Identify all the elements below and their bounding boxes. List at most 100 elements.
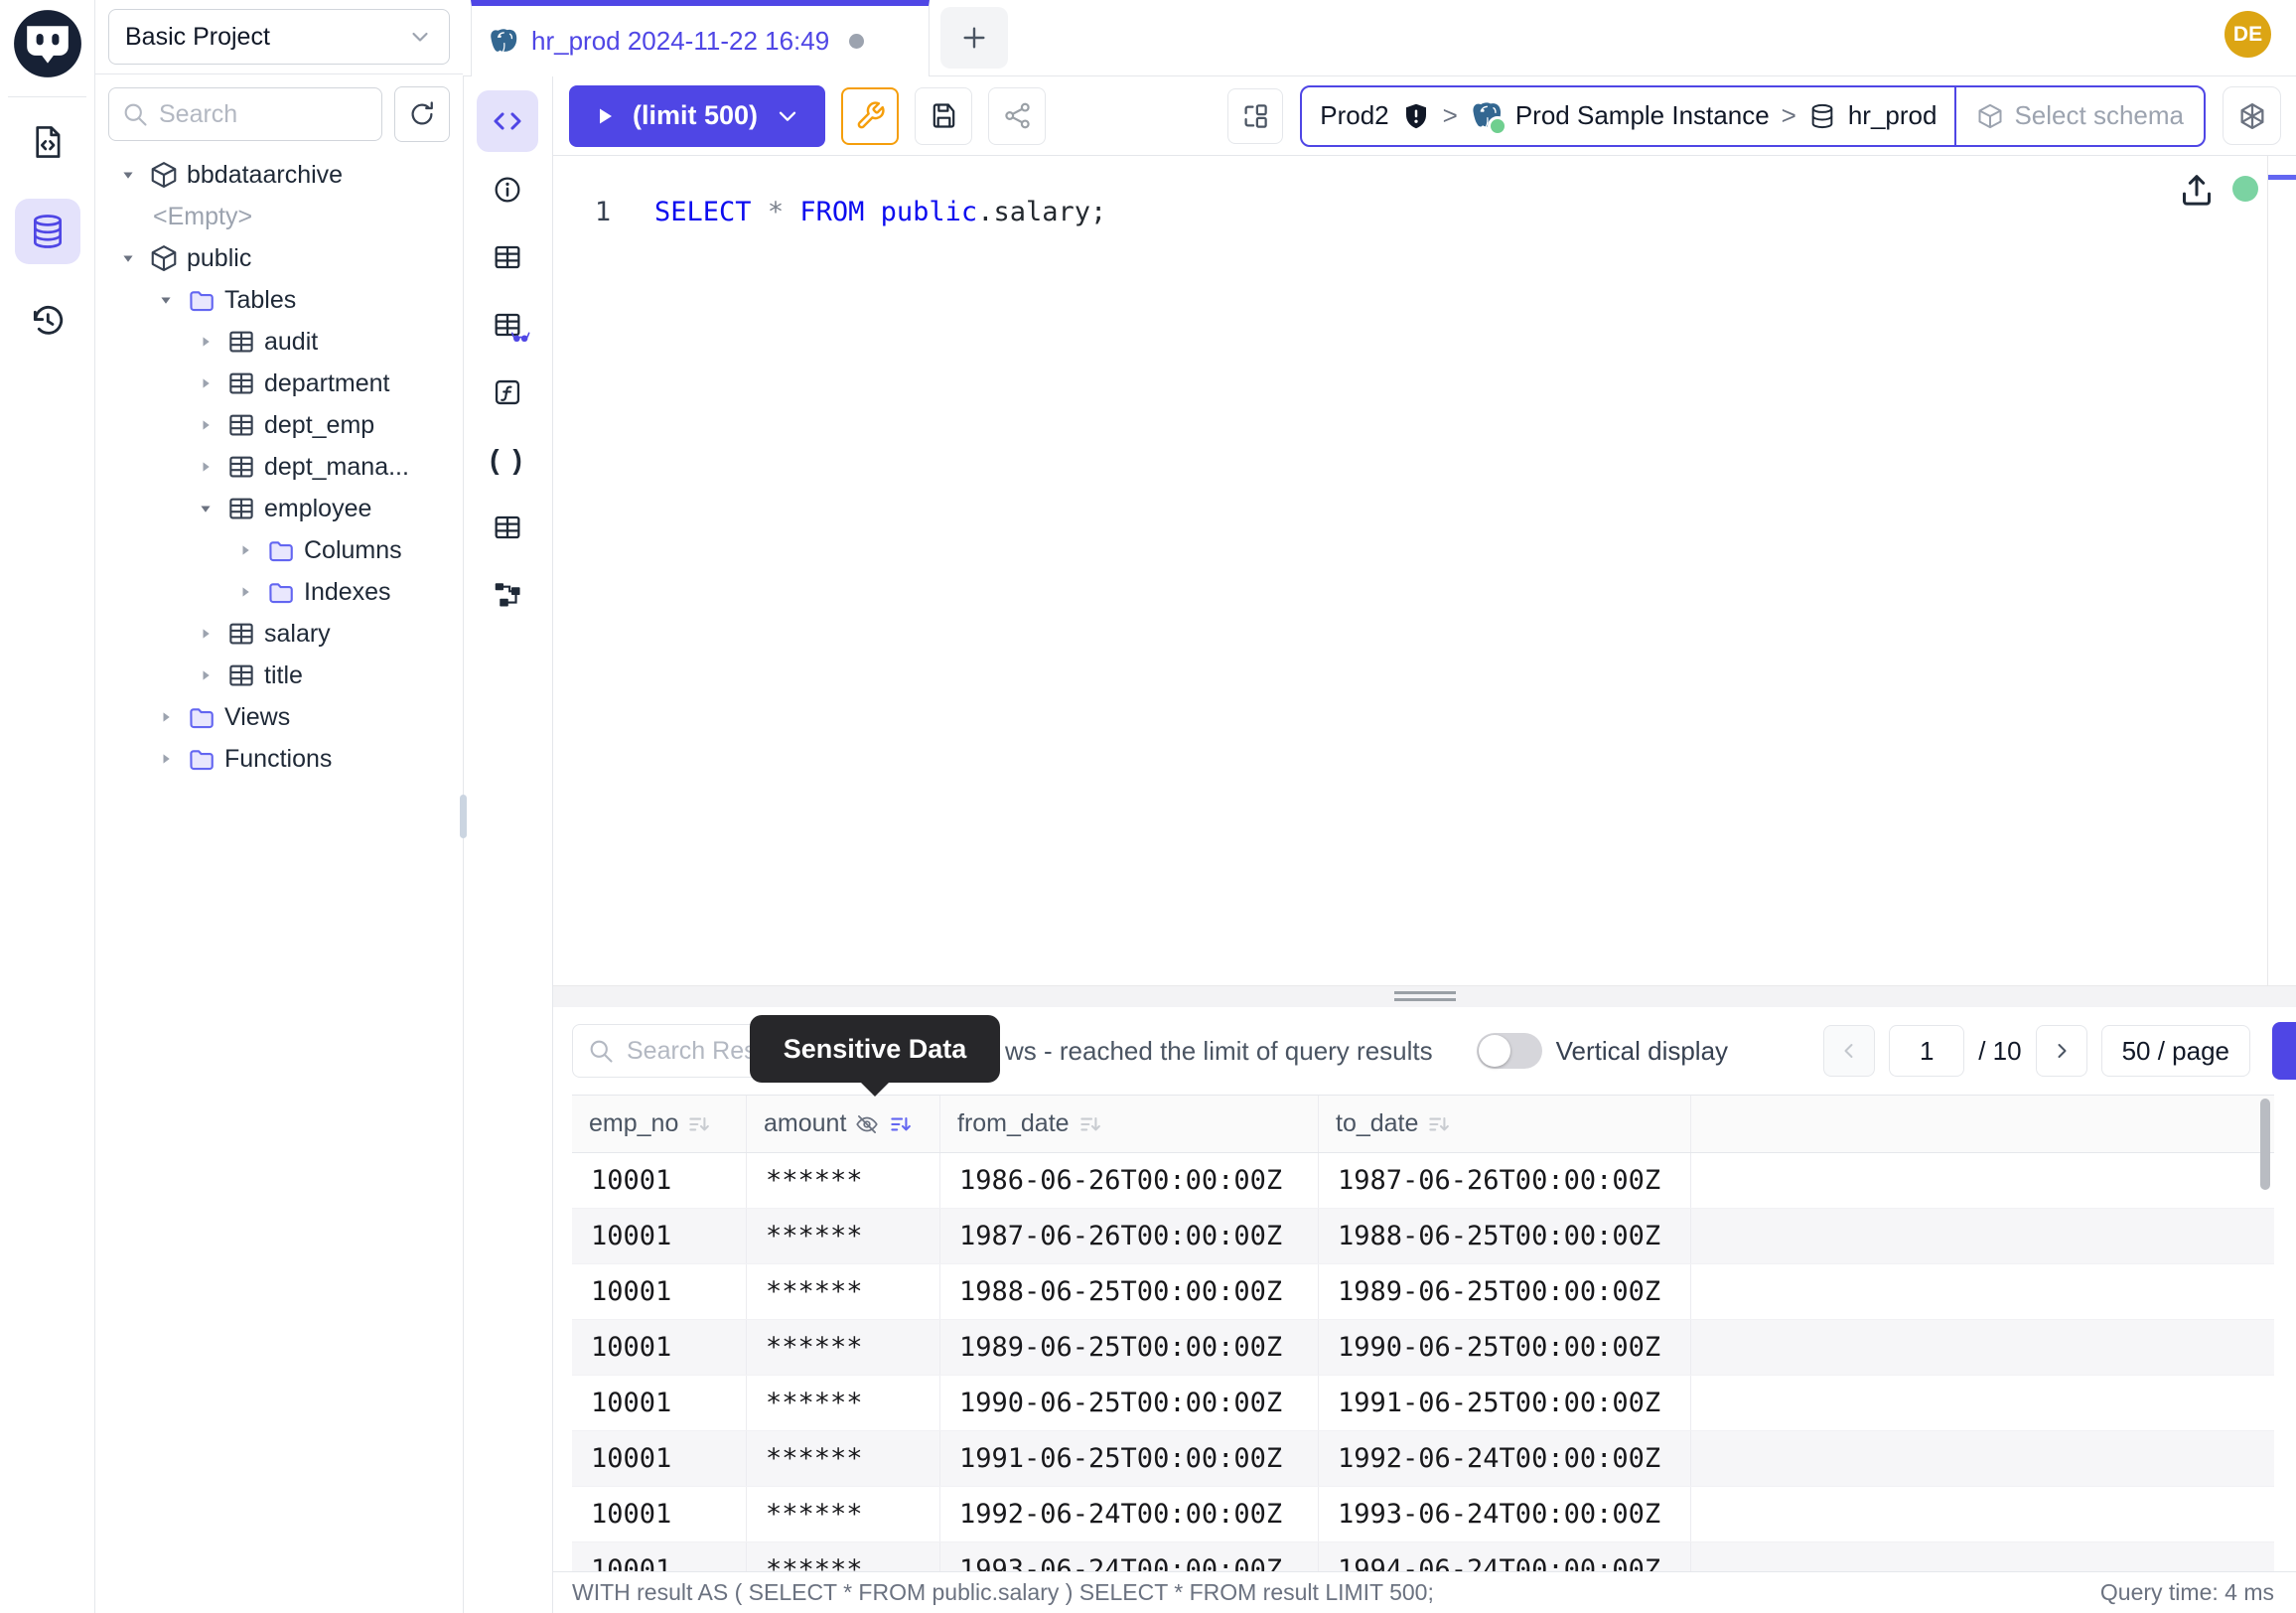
next-page-button[interactable] [2036, 1025, 2087, 1077]
tree-item-employee[interactable]: employee [95, 488, 463, 529]
page-number-input[interactable] [1889, 1025, 1964, 1077]
tab-hr-prod[interactable]: hr_prod 2024-11-22 16:49 [471, 0, 930, 76]
select-schema-button[interactable]: Select schema [1954, 87, 2204, 145]
panel-divider[interactable] [553, 985, 2296, 1007]
tree-item-tables[interactable]: Tables [95, 279, 463, 321]
caret-right-icon[interactable] [232, 540, 258, 560]
cell[interactable]: 1992-06-24T00:00:00Z [940, 1487, 1319, 1541]
caret-right-icon[interactable] [193, 373, 218, 393]
sidebar-search-box[interactable] [108, 87, 382, 141]
history-nav-button[interactable] [15, 288, 80, 354]
tree-item-salary[interactable]: salary [95, 613, 463, 655]
cell-masked[interactable]: ****** [747, 1487, 940, 1541]
table-row[interactable]: 10001 ****** 1993-06-24T00:00:00Z 1994-0… [572, 1542, 2274, 1571]
cell[interactable]: 10001 [572, 1320, 747, 1375]
tree-item-views[interactable]: Views [95, 696, 463, 738]
cell[interactable]: 1986-06-26T00:00:00Z [940, 1153, 1319, 1208]
column-header-emp-no[interactable]: emp_no [572, 1096, 747, 1152]
external-tables-panel-button[interactable] [476, 500, 539, 555]
column-header-from-date[interactable]: from_date [940, 1096, 1319, 1152]
tree-item-indexes[interactable]: Indexes [95, 571, 463, 613]
run-query-button[interactable]: (limit 500) [569, 85, 825, 147]
caret-right-icon[interactable] [193, 624, 218, 644]
connection-panel-button[interactable] [1227, 88, 1283, 144]
ai-assistant-button[interactable] [2223, 86, 2281, 145]
info-panel-button[interactable] [476, 162, 539, 218]
caret-right-icon[interactable] [193, 665, 218, 685]
tree-item-dept-emp[interactable]: dept_emp [95, 404, 463, 446]
vertical-display-toggle[interactable] [1477, 1033, 1542, 1069]
caret-right-icon[interactable] [232, 582, 258, 602]
cell-masked[interactable]: ****** [747, 1431, 940, 1486]
cell[interactable]: 1988-06-25T00:00:00Z [1319, 1209, 1691, 1263]
cell[interactable]: 10001 [572, 1487, 747, 1541]
prev-page-button[interactable] [1823, 1025, 1875, 1077]
tree-item-audit[interactable]: audit [95, 321, 463, 363]
export-button[interactable] [2272, 1022, 2296, 1080]
code-panel-toggle-button[interactable] [477, 90, 538, 152]
cell-masked[interactable]: ****** [747, 1264, 940, 1319]
column-header-amount[interactable]: amount [747, 1096, 940, 1152]
cell[interactable]: 1993-06-24T00:00:00Z [940, 1542, 1319, 1571]
caret-right-icon[interactable] [193, 457, 218, 477]
save-sheet-button[interactable] [915, 87, 972, 145]
caret-down-icon[interactable] [153, 290, 179, 310]
cell-masked[interactable]: ****** [747, 1376, 940, 1430]
caret-right-icon[interactable] [193, 332, 218, 352]
tree-item-bbdataarchive[interactable]: bbdataarchive [95, 154, 463, 196]
chevron-down-icon[interactable] [774, 102, 801, 130]
cell[interactable]: 1989-06-25T00:00:00Z [1319, 1264, 1691, 1319]
tree-item-title[interactable]: title [95, 655, 463, 696]
cell-masked[interactable]: ****** [747, 1209, 940, 1263]
cell[interactable]: 10001 [572, 1376, 747, 1430]
caret-right-icon[interactable] [153, 749, 179, 769]
sort-icon[interactable] [1426, 1111, 1452, 1137]
tree-item-dept-manager[interactable]: dept_mana... [95, 446, 463, 488]
new-tab-button[interactable] [940, 7, 1008, 69]
functions-panel-button[interactable] [476, 365, 539, 420]
table-row[interactable]: 10001 ****** 1986-06-26T00:00:00Z 1987-0… [572, 1153, 2274, 1209]
query-options-button[interactable] [841, 87, 899, 145]
table-row[interactable]: 10001 ****** 1991-06-25T00:00:00Z 1992-0… [572, 1431, 2274, 1487]
table-row[interactable]: 10001 ****** 1989-06-25T00:00:00Z 1990-0… [572, 1320, 2274, 1376]
caret-down-icon[interactable] [193, 499, 218, 518]
cell[interactable]: 1988-06-25T00:00:00Z [940, 1264, 1319, 1319]
cell[interactable]: 10001 [572, 1264, 747, 1319]
cell-masked[interactable]: ****** [747, 1153, 940, 1208]
cell-masked[interactable]: ****** [747, 1320, 940, 1375]
cell[interactable]: 1990-06-25T00:00:00Z [940, 1376, 1319, 1430]
upload-sql-button[interactable] [2177, 170, 2217, 210]
connection-context-button[interactable]: Prod2 > Prod Sample Instance > hr_prod [1302, 87, 1954, 145]
cell-masked[interactable]: ****** [747, 1542, 940, 1571]
table-row[interactable]: 10001 ****** 1987-06-26T00:00:00Z 1988-0… [572, 1209, 2274, 1264]
share-sheet-button[interactable] [988, 87, 1046, 145]
cell[interactable]: 1991-06-25T00:00:00Z [1319, 1376, 1691, 1430]
tree-item-department[interactable]: department [95, 363, 463, 404]
refresh-button[interactable] [394, 86, 450, 142]
cell[interactable]: 10001 [572, 1153, 747, 1208]
results-scrollbar[interactable] [2260, 1099, 2270, 1190]
tree-item-public[interactable]: public [95, 237, 463, 279]
cell[interactable]: 1992-06-24T00:00:00Z [1319, 1431, 1691, 1486]
tree-item-functions[interactable]: Functions [95, 738, 463, 780]
sql-editor[interactable]: 1 SELECT * FROM public.salary; [553, 156, 2296, 985]
cell[interactable]: 1991-06-25T00:00:00Z [940, 1431, 1319, 1486]
page-size-select[interactable]: 50 / page [2101, 1025, 2250, 1077]
tables-panel-button[interactable] [476, 229, 539, 285]
sidebar-search-input[interactable] [157, 99, 369, 130]
avatar[interactable]: DE [2224, 11, 2271, 58]
sort-icon[interactable] [686, 1111, 712, 1137]
caret-right-icon[interactable] [153, 707, 179, 727]
caret-down-icon[interactable] [115, 165, 141, 185]
cell[interactable]: 1993-06-24T00:00:00Z [1319, 1487, 1691, 1541]
cell[interactable]: 1989-06-25T00:00:00Z [940, 1320, 1319, 1375]
cell[interactable]: 10001 [572, 1209, 747, 1263]
drag-handle[interactable] [1394, 991, 1456, 1005]
project-selector[interactable]: Basic Project [108, 9, 450, 65]
table-row[interactable]: 10001 ****** 1992-06-24T00:00:00Z 1993-0… [572, 1487, 2274, 1542]
table-row[interactable]: 10001 ****** 1990-06-25T00:00:00Z 1991-0… [572, 1376, 2274, 1431]
sidebar-resize-handle[interactable] [460, 795, 467, 838]
database-nav-button[interactable] [15, 199, 80, 264]
table-row[interactable]: 10001 ****** 1988-06-25T00:00:00Z 1989-0… [572, 1264, 2274, 1320]
cell[interactable]: 10001 [572, 1542, 747, 1571]
